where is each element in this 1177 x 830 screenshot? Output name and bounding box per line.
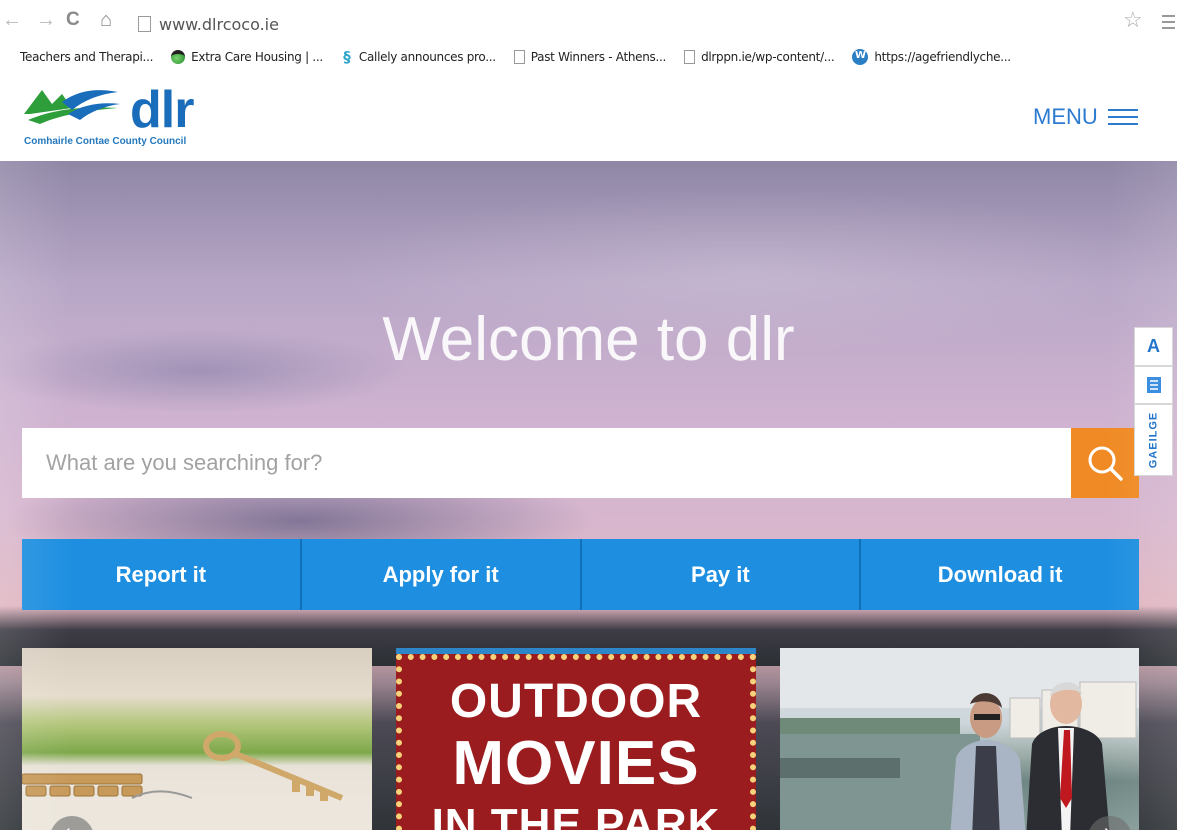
movie-title-line1: OUTDOOR — [449, 675, 703, 728]
hero-banner: Welcome to dlr Report it Apply for it Pa… — [0, 161, 1177, 830]
gaeilge-tab[interactable]: GAEILGE — [1134, 404, 1173, 476]
outdoor-movies-card[interactable]: OUTDOOR MOVIES IN THE PARK — [396, 648, 756, 830]
menu-button[interactable]: MENU — [1033, 104, 1138, 130]
feature-cards: ‹ OUTDOOR MOVIES IN THE PARK — [22, 648, 1139, 830]
action-bar: Report it Apply for it Pay it Download i… — [22, 539, 1139, 610]
bookmark-label: Past Winners - Athens... — [530, 50, 667, 64]
logo-swoosh-icon — [24, 90, 120, 124]
menu-label: MENU — [1033, 104, 1098, 129]
keys-image: ‹ — [22, 731, 372, 830]
logo-subtitle: Comhairle Contae County Council — [24, 136, 187, 147]
gaeilge-label: GAEILGE — [1147, 411, 1160, 469]
hamburger-icon — [1107, 104, 1138, 130]
reload-icon[interactable]: C — [66, 10, 80, 30]
browser-menu-icon[interactable] — [1162, 15, 1175, 33]
apply-for-it-button[interactable]: Apply for it — [301, 539, 582, 610]
address-bar[interactable]: www.dlrcoco.ie — [138, 13, 279, 35]
page-icon — [138, 16, 151, 32]
bookmark-label: Extra Care Housing | ... — [191, 50, 323, 64]
text-size-tab[interactable]: A — [1134, 327, 1173, 366]
search-input[interactable] — [22, 428, 1071, 498]
page: ← → C ⌂ www.dlrcoco.ie ☆ Teachers and Th… — [0, 0, 1177, 830]
bookmark-label: Teachers and Therapi... — [20, 50, 154, 64]
document-icon — [1146, 377, 1161, 393]
page-icon — [684, 50, 696, 64]
download-it-button[interactable]: Download it — [861, 539, 1139, 610]
browser-toolbar: ← → C ⌂ www.dlrcoco.ie ☆ — [0, 0, 1177, 40]
swirl-icon: § — [343, 48, 351, 66]
bookmark-item[interactable]: § Callely announces pro... — [341, 48, 496, 66]
bookmark-label: https://agefriendlyche... — [874, 50, 1011, 64]
seafront-photo: › — [780, 648, 1139, 830]
pay-it-button[interactable]: Pay it — [581, 539, 862, 610]
url-text[interactable]: www.dlrcoco.ie — [159, 15, 279, 34]
bookmark-item[interactable]: Past Winners - Athens... — [513, 50, 667, 64]
bookmark-item[interactable]: Teachers and Therapi... — [20, 50, 153, 64]
site-header: dlr Comhairle Contae County Council MENU — [0, 74, 1177, 161]
housing-keys-card[interactable]: ‹ — [22, 648, 372, 830]
dlr-logo[interactable]: dlr Comhairle Contae County Council — [22, 81, 194, 147]
movie-title-line2: MOVIES — [452, 729, 700, 798]
wordpress-icon: W — [852, 49, 869, 65]
movie-title-line3: IN THE PARK — [431, 800, 721, 830]
svg-text:‹: ‹ — [64, 821, 71, 830]
home-icon[interactable]: ⌂ — [100, 10, 112, 30]
bookmark-star-icon[interactable]: ☆ — [1123, 9, 1143, 31]
logo-text: dlr — [130, 81, 194, 139]
bookmark-label: dlrppn.ie/wp-content/... — [701, 50, 835, 64]
bookmark-item[interactable]: W https://agefriendlyche... — [852, 49, 1011, 65]
search-icon — [1088, 446, 1123, 481]
document-tab[interactable] — [1134, 366, 1173, 404]
seafront-people-card[interactable]: › — [780, 648, 1139, 830]
globe-icon — [171, 50, 186, 64]
forward-arrow-icon[interactable]: → — [36, 10, 56, 30]
page-icon — [513, 50, 525, 64]
back-arrow-icon[interactable]: ← — [2, 10, 22, 30]
bookmark-item[interactable]: Extra Care Housing | ... — [171, 50, 323, 64]
svg-text:›: › — [1104, 821, 1111, 830]
hero-title: Welcome to dlr — [382, 305, 795, 374]
search-bar — [22, 428, 1139, 498]
bookmarks-bar: Teachers and Therapi... Extra Care Housi… — [0, 40, 1177, 74]
search-button[interactable] — [1071, 428, 1139, 498]
side-tabs: A GAEILGE — [1134, 327, 1173, 476]
bookmark-item[interactable]: dlrppn.ie/wp-content/... — [684, 50, 835, 64]
report-it-button[interactable]: Report it — [22, 539, 302, 610]
bookmark-label: Callely announces pro... — [358, 50, 496, 64]
